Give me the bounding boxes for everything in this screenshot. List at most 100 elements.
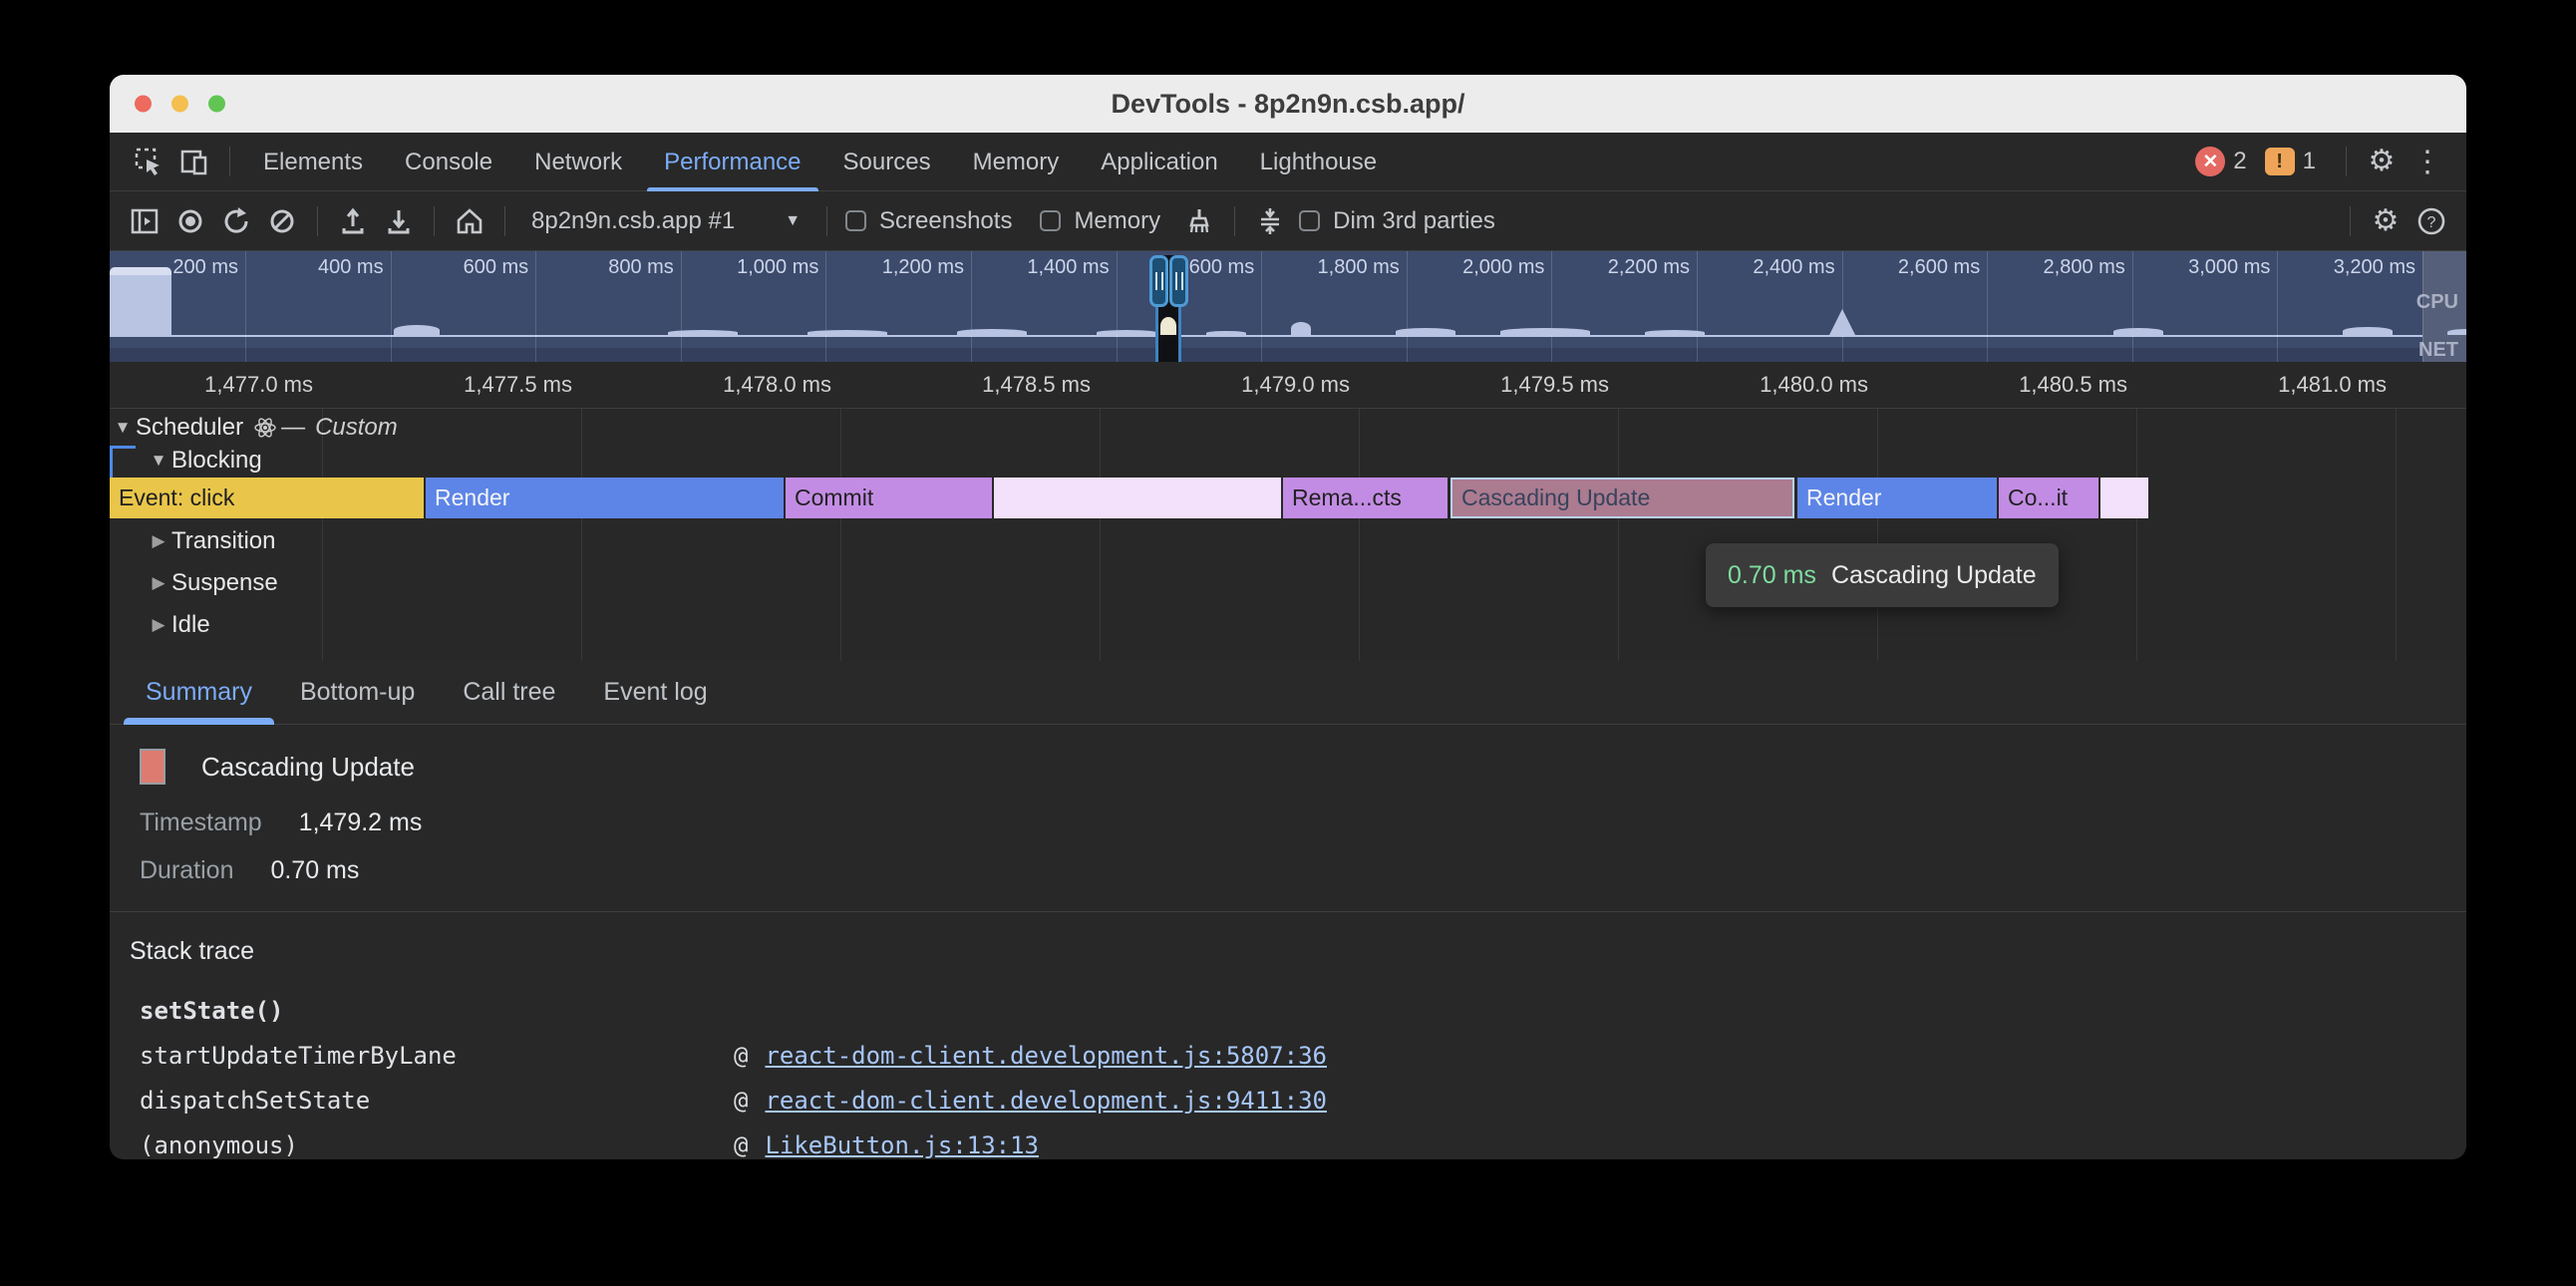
stack-frame-row: setState() — [140, 988, 2466, 1033]
overview-gridline — [1261, 251, 1262, 362]
chevron-collapsed-icon: ▶ — [146, 531, 171, 551]
overview-gridline — [2422, 251, 2423, 362]
overview-tick-label: 1,000 ms — [737, 256, 825, 279]
details-tab-summary[interactable]: Summary — [122, 661, 276, 725]
tab-console[interactable]: Console — [384, 133, 513, 191]
clear-icon[interactable] — [259, 199, 305, 243]
zoom-button[interactable] — [208, 96, 225, 113]
details-tab-bar: SummaryBottom-upCall treeEvent log — [110, 661, 2466, 725]
bar-rema-cts[interactable]: Rema...cts — [1283, 478, 1448, 518]
flame-chart[interactable]: ▼ Scheduler — Custom ▼ Blocking ▶ Transi… — [110, 409, 2466, 661]
divider — [434, 206, 435, 236]
group-label: Transition — [171, 527, 275, 555]
bar-co-it[interactable]: Co...it — [1999, 478, 2098, 518]
device-toolbar-icon[interactable] — [171, 140, 217, 183]
inspect-element-icon[interactable] — [126, 140, 171, 183]
track-group-blocking[interactable]: ▼ Blocking — [110, 446, 2466, 476]
divider — [317, 206, 318, 236]
warning-badge[interactable]: ! 1 — [2265, 148, 2316, 175]
react-atom-icon — [253, 416, 277, 440]
selection-activity-bump — [1160, 317, 1176, 335]
error-badge[interactable]: ✕ 2 — [2195, 147, 2246, 176]
panel-tabs: ElementsConsoleNetworkPerformanceSources… — [242, 133, 1398, 190]
warning-icon: ! — [2265, 148, 2295, 175]
chevron-collapsed-icon: ▶ — [146, 573, 171, 593]
tab-memory[interactable]: Memory — [952, 133, 1081, 191]
more-menu-icon[interactable]: ⋮ — [2405, 140, 2450, 183]
reload-record-icon[interactable] — [213, 199, 259, 243]
timeline-overview[interactable]: CPU NET 200 ms400 ms600 ms800 ms1,000 ms… — [110, 251, 2466, 362]
bar-commit[interactable]: Commit — [786, 478, 992, 518]
at-symbol: @ — [734, 1042, 748, 1070]
scheduler-track-header[interactable]: ▼ Scheduler — Custom — [110, 413, 2466, 443]
details-tab-event-log[interactable]: Event log — [579, 661, 731, 725]
tooltip-duration: 0.70 ms — [1728, 561, 1816, 590]
source-link[interactable]: react-dom-client.development.js:9411:30 — [765, 1087, 1327, 1115]
ruler-tick-label: 1,480.5 ms — [2019, 362, 2136, 408]
sidebar-toggle-icon[interactable] — [122, 199, 167, 243]
timestamp-row: Timestamp 1,479.2 ms — [140, 808, 2466, 837]
cpu-activity-bump — [2113, 328, 2163, 335]
screenshots-label: Screenshots — [879, 207, 1012, 235]
overview-tick-label: 1,800 ms — [1318, 256, 1407, 279]
tab-sources[interactable]: Sources — [822, 133, 952, 191]
tab-application[interactable]: Application — [1080, 133, 1238, 191]
overview-gridline — [1551, 251, 1552, 362]
garbage-collect-icon[interactable] — [1176, 199, 1222, 243]
event-color-swatch — [140, 749, 165, 785]
bar-cascading-update[interactable]: Cascading Update — [1450, 478, 1794, 518]
selection-handle-right[interactable] — [1169, 255, 1188, 307]
duration-row: Duration 0.70 ms — [140, 856, 2466, 885]
bar-render[interactable]: Render — [1797, 478, 1997, 518]
overview-gridline — [971, 251, 972, 362]
bar-render[interactable]: Render — [426, 478, 784, 518]
upload-profile-icon[interactable] — [330, 199, 376, 243]
overview-gridline — [1697, 251, 1698, 362]
overview-gridline — [1407, 251, 1408, 362]
summary-panel: Cascading Update Timestamp 1,479.2 ms Du… — [110, 725, 2466, 1159]
settings-gear-icon[interactable]: ⚙ — [2359, 140, 2405, 183]
error-icon: ✕ — [2195, 147, 2225, 176]
tab-elements[interactable]: Elements — [242, 133, 384, 191]
error-count: 2 — [2233, 148, 2246, 175]
minimize-button[interactable] — [171, 96, 188, 113]
details-tab-call-tree[interactable]: Call tree — [439, 661, 579, 725]
collapse-sections-icon[interactable] — [1247, 199, 1293, 243]
track-group-suspense[interactable]: ▶ Suspense — [110, 568, 2466, 598]
tab-performance[interactable]: Performance — [643, 133, 821, 191]
home-icon[interactable] — [447, 199, 492, 243]
overview-tick-label: 2,800 ms — [2044, 256, 2132, 279]
details-tab-bottom-up[interactable]: Bottom-up — [276, 661, 439, 725]
screenshots-checkbox[interactable] — [845, 210, 866, 231]
selection-handle-left[interactable] — [1149, 255, 1168, 307]
chevron-down-icon: ▼ — [785, 212, 801, 230]
help-icon[interactable]: ? — [2409, 199, 2454, 243]
target-select[interactable]: 8p2n9n.csb.app #1 ▼ — [531, 207, 801, 235]
source-link[interactable]: LikeButton.js:13:13 — [765, 1131, 1039, 1159]
bar-segment[interactable] — [994, 478, 1281, 518]
source-link[interactable]: react-dom-client.development.js:5807:36 — [765, 1042, 1327, 1070]
memory-checkbox[interactable] — [1040, 210, 1061, 231]
record-icon[interactable] — [167, 199, 213, 243]
ruler-tick-label: 1,481.0 ms — [2278, 362, 2396, 408]
timestamp-value: 1,479.2 ms — [299, 808, 423, 836]
overview-gridline — [1117, 251, 1118, 362]
bar-event-click[interactable]: Event: click — [110, 478, 424, 518]
capture-settings-gear-icon[interactable]: ⚙ — [2363, 199, 2409, 243]
cpu-activity-bump — [668, 330, 738, 335]
bar-segment[interactable] — [2100, 478, 2148, 518]
ruler-tick-label: 1,478.0 ms — [723, 362, 840, 408]
tab-lighthouse[interactable]: Lighthouse — [1239, 133, 1398, 191]
dim-3rd-parties-checkbox[interactable] — [1299, 210, 1320, 231]
timestamp-label: Timestamp — [140, 808, 262, 837]
ruler-tick-label: 1,479.0 ms — [1241, 362, 1359, 408]
close-button[interactable] — [135, 96, 152, 113]
overview-gridline — [245, 251, 246, 362]
track-group-transition[interactable]: ▶ Transition — [110, 526, 2466, 556]
track-group-idle[interactable]: ▶ Idle — [110, 610, 2466, 640]
overview-gridline — [535, 251, 536, 362]
cpu-activity-bump — [1291, 322, 1311, 335]
tab-network[interactable]: Network — [513, 133, 643, 191]
overview-tick-label: 2,600 ms — [1898, 256, 1987, 279]
download-profile-icon[interactable] — [376, 199, 422, 243]
